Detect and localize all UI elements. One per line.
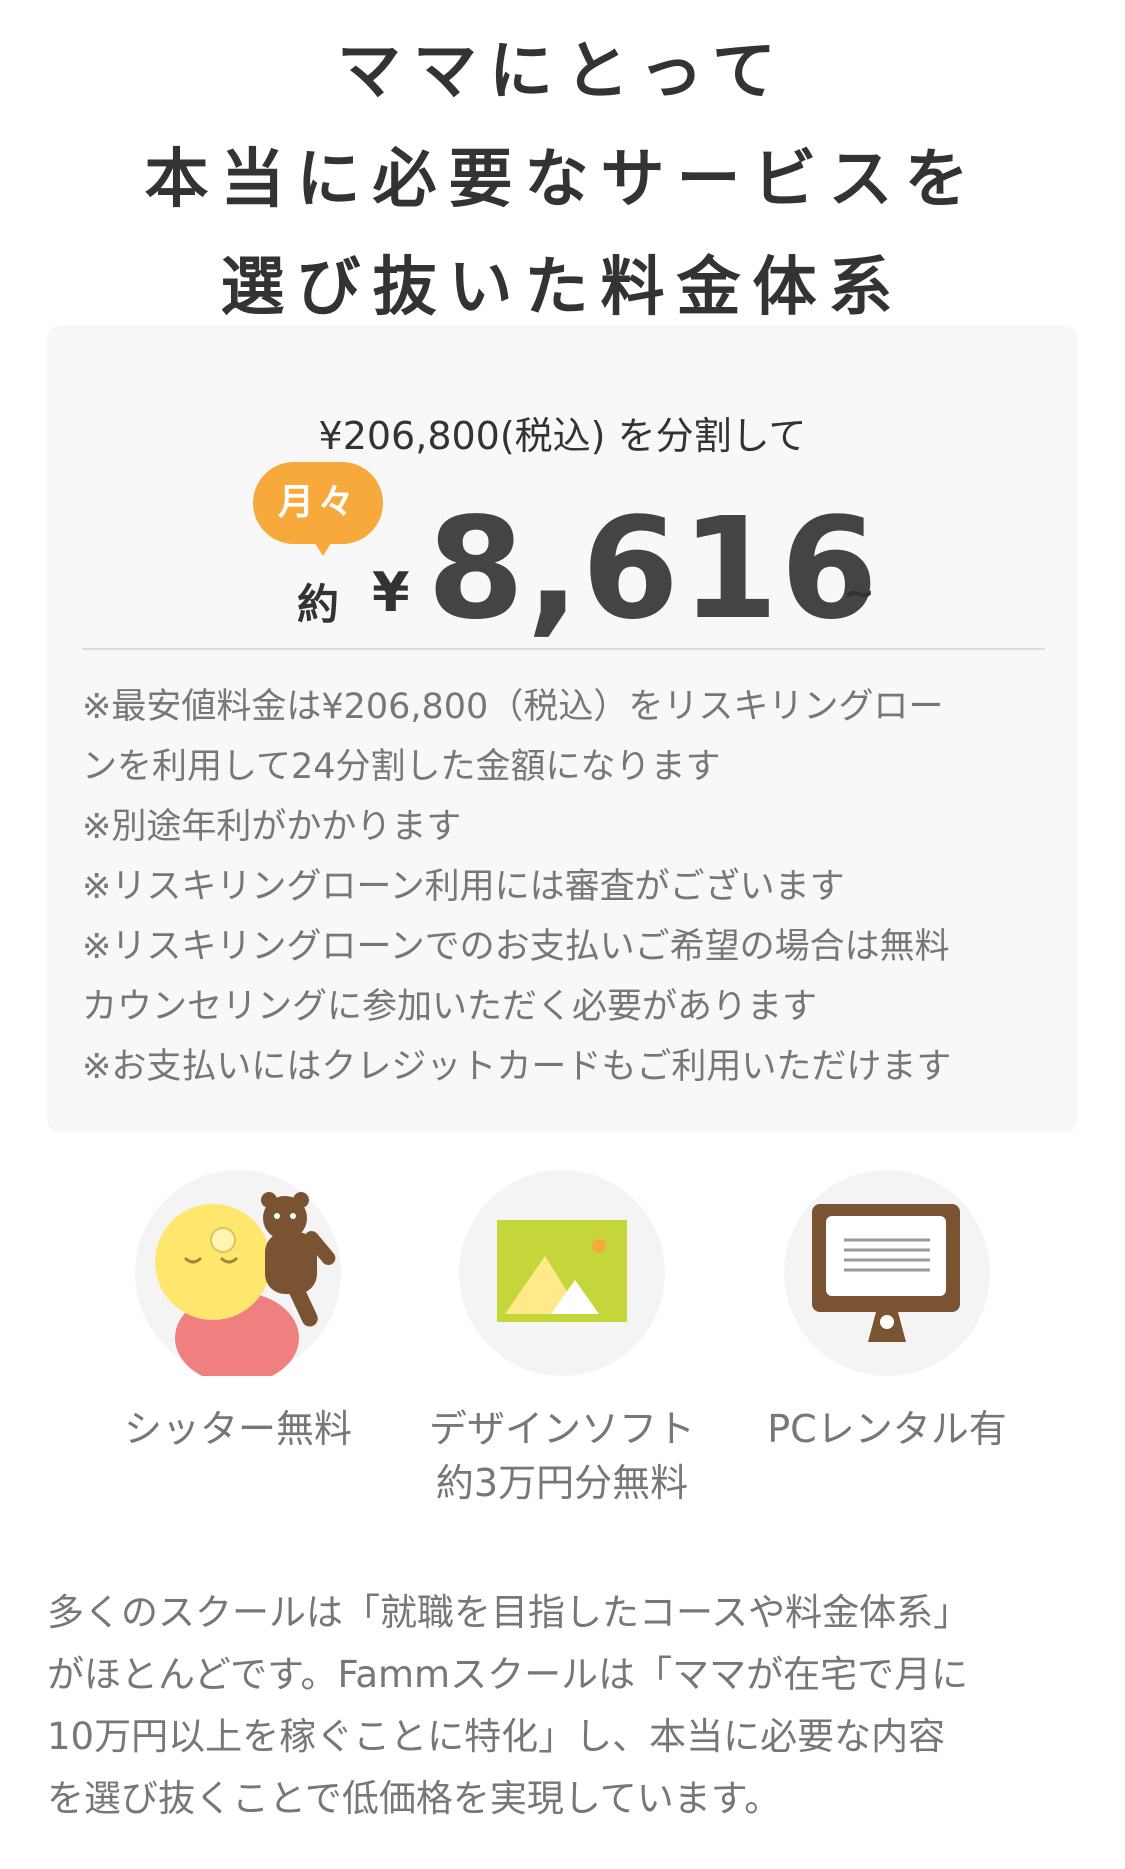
- description-line: 多くのスクールは「就職を目指したコースや料金体系」: [47, 1591, 971, 1634]
- price-divider: [82, 648, 1045, 650]
- description-line: 10万円以上を稼ぐことに特化」し、本当に必要な内容: [47, 1715, 946, 1758]
- price-suffix: ~: [843, 571, 875, 615]
- baby-with-bear-icon: [155, 1192, 336, 1376]
- feature-label: シッター無料: [123, 1407, 352, 1451]
- page-heading: ママにとって 本当に必要なサービスを 選び抜いた料金体系: [0, 18, 1125, 342]
- price-currency: ¥: [372, 561, 410, 624]
- note-line: ※リスキリングローンでのお支払いご希望の場合は無料: [82, 927, 950, 967]
- note-line: ンを利用して24分割した金額になります: [82, 747, 721, 787]
- monthly-badge: 月々: [253, 462, 383, 544]
- feature-sitter: シッター無料: [88, 1170, 388, 1456]
- note-line: ※リスキリングローン利用には審査がございます: [82, 867, 845, 907]
- feature-label-line-1: デザインソフト: [428, 1407, 695, 1451]
- badge-tail: [313, 540, 333, 556]
- feature-list: シッター無料 デザインソフト 約3万円分無料 PCレンタル有: [0, 1170, 1125, 1510]
- price-prefix: 約: [297, 580, 340, 629]
- price-intro: ¥206,800(税込) を分割して: [318, 414, 807, 458]
- description-line: がほとんどです。Fammスクールは「ママが在宅で月に: [47, 1653, 969, 1696]
- heading-line-1: ママにとって: [337, 35, 788, 109]
- price-amount: 8,616: [427, 488, 880, 651]
- feature-circle: [135, 1170, 341, 1376]
- feature-pc-rental: PCレンタル有: [737, 1170, 1037, 1456]
- picture-icon: [497, 1220, 627, 1322]
- heading-line-2: 本当に必要なサービスを: [144, 143, 981, 217]
- description: 多くのスクールは「就職を目指したコースや料金体系」 がほとんどです。Fammスク…: [47, 1582, 1087, 1830]
- feature-label-line-2: 約3万円分無料: [435, 1461, 689, 1505]
- feature-circle: [784, 1170, 990, 1376]
- price-notes: ※最安値料金は¥206,800（税込）をリスキリングロー ンを利用して24分割し…: [82, 677, 1057, 1097]
- price-card: ¥206,800(税込) を分割して 月々 約 ¥ 8,616 ~ ※最安値料金…: [47, 325, 1078, 1133]
- feature-label: デザインソフト 約3万円分無料: [412, 1402, 712, 1510]
- feature-design-software: デザインソフト 約3万円分無料: [412, 1170, 712, 1510]
- feature-circle: [459, 1170, 665, 1376]
- note-line: カウンセリングに参加いただく必要があります: [82, 987, 818, 1027]
- note-line: ※別途年利がかかります: [82, 807, 462, 847]
- note-line: ※最安値料金は¥206,800（税込）をリスキリングロー: [82, 687, 944, 727]
- feature-label: PCレンタル有: [767, 1407, 1007, 1451]
- note-line: ※お支払いにはクレジットカードもご利用いただけます: [82, 1047, 952, 1087]
- monitor-icon: [812, 1204, 960, 1342]
- description-line: を選び抜くことで低価格を実現しています。: [47, 1777, 782, 1820]
